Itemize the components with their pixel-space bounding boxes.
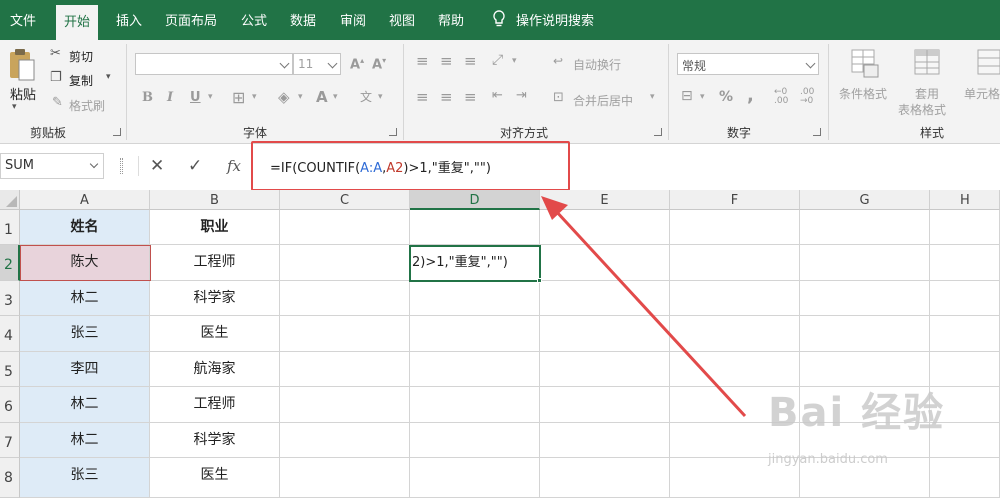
baidu-watermark: Bai 经验 bbox=[768, 390, 946, 436]
baidu-watermark-url: jingyan.baidu.com bbox=[768, 452, 888, 467]
